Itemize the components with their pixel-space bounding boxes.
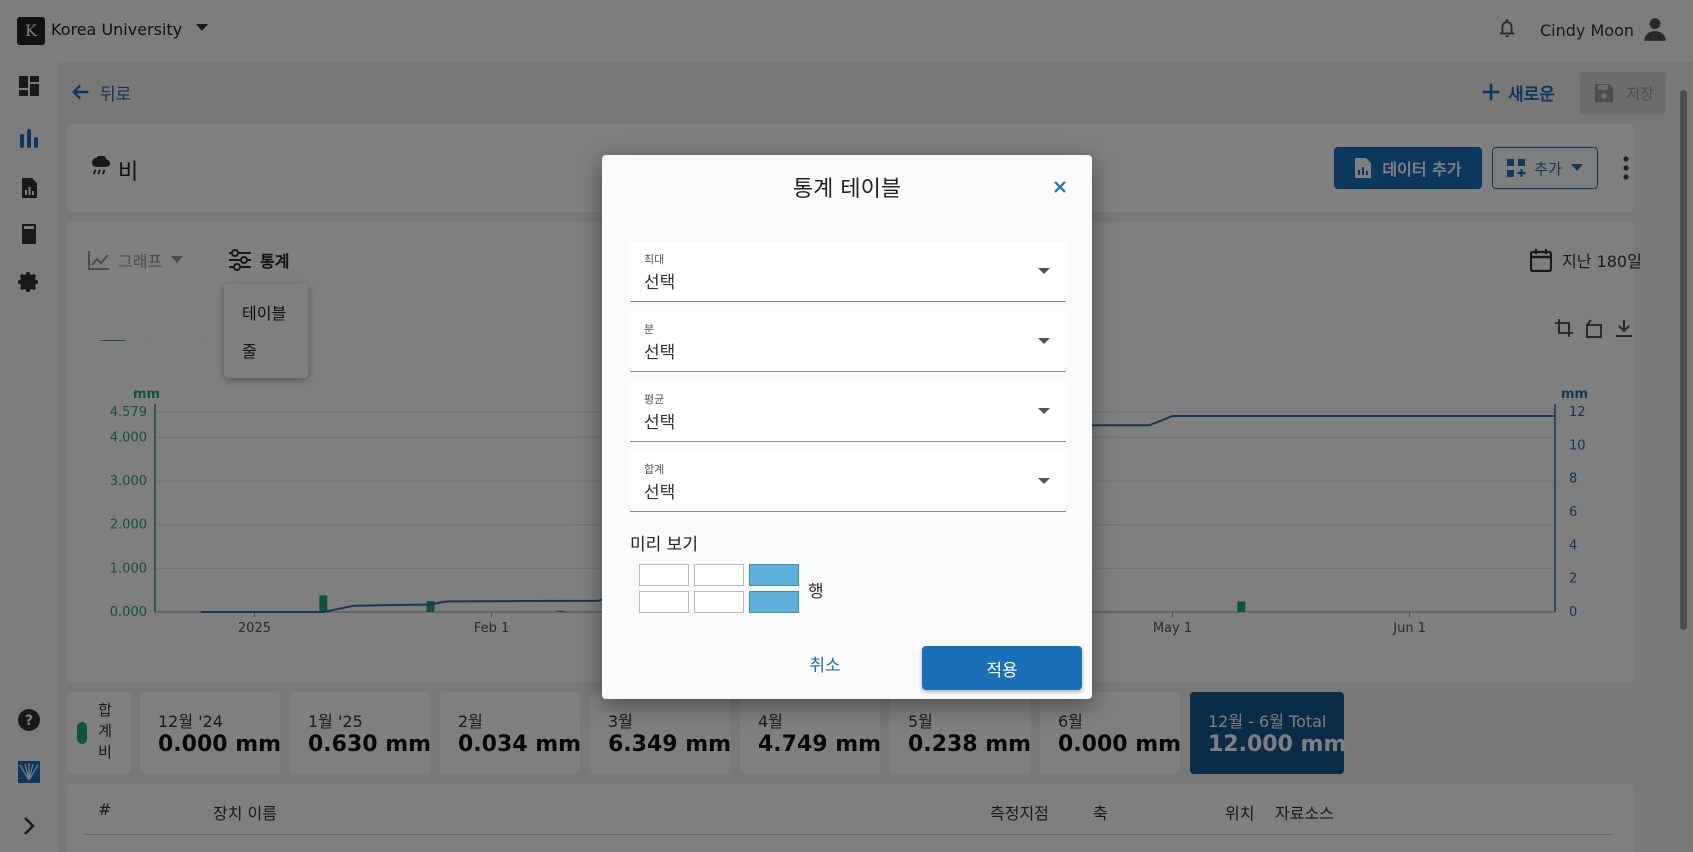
field-label: 합계	[644, 463, 665, 476]
chevron-down-icon	[1038, 408, 1050, 414]
chevron-down-icon	[1038, 338, 1050, 344]
sum-select[interactable]: 합계 선택	[630, 452, 1066, 512]
field-value: 선택	[644, 273, 676, 293]
field-value: 선택	[644, 343, 676, 363]
field-label: 평균	[644, 393, 665, 406]
preview-row-label: 행	[808, 582, 824, 602]
preview-cell	[639, 564, 689, 586]
preview-cell	[694, 591, 744, 613]
apply-button[interactable]: 적용	[922, 646, 1082, 690]
preview-cell-highlight	[749, 564, 799, 586]
min-select[interactable]: 분 선택	[630, 312, 1066, 372]
preview-cell	[639, 591, 689, 613]
field-label: 최대	[644, 253, 665, 266]
stats-table-dialog: 통계 테이블 최대 선택 분 선택 평균 선택 합계 선택 미리 보기 행 취소…	[602, 155, 1092, 699]
field-label: 분	[644, 323, 655, 336]
dialog-title: 통계 테이블	[792, 177, 902, 202]
max-select[interactable]: 최대 선택	[630, 242, 1066, 302]
preview-cell-highlight	[749, 591, 799, 613]
chevron-down-icon	[1038, 478, 1050, 484]
close-icon[interactable]	[1052, 179, 1068, 195]
preview-cell	[694, 564, 744, 586]
chevron-down-icon	[1038, 268, 1050, 274]
average-select[interactable]: 평균 선택	[630, 382, 1066, 442]
preview-label: 미리 보기	[630, 535, 698, 555]
field-value: 선택	[644, 413, 676, 433]
field-value: 선택	[644, 483, 676, 503]
cancel-button[interactable]: 취소	[770, 645, 880, 681]
